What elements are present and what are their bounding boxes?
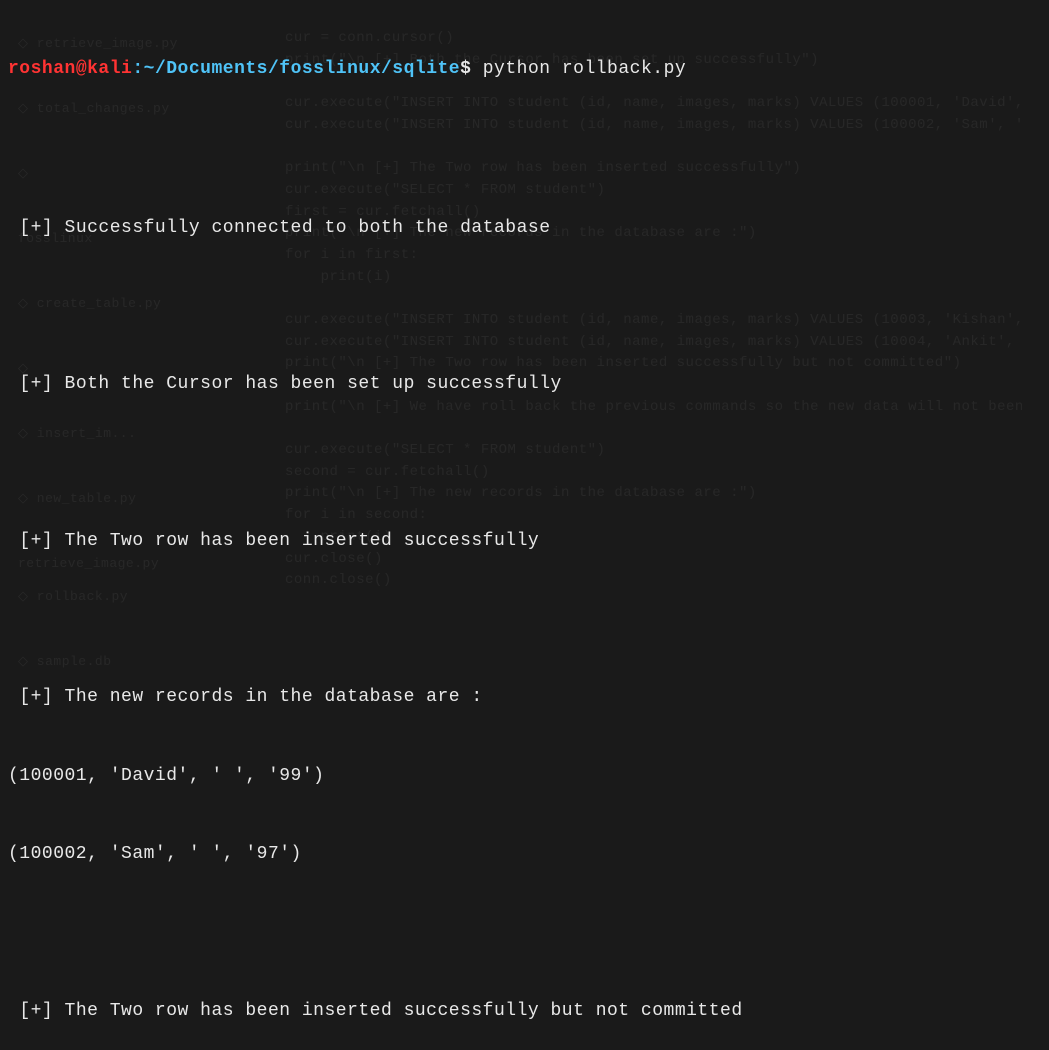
- output-line: [8, 136, 1041, 162]
- output-line: [+] The new records in the database are …: [8, 684, 1041, 710]
- prompt-user: roshan: [8, 59, 76, 79]
- output-line: [8, 919, 1041, 945]
- output-line: (100001, 'David', ' ', '99'): [8, 763, 1041, 789]
- terminal-output[interactable]: roshan@kali:~/Documents/fosslinux/sqlite…: [8, 4, 1041, 1050]
- prompt-dollar: $: [460, 59, 471, 79]
- prompt-colon: :: [132, 59, 143, 79]
- output-line: [+] Both the Cursor has been set up succ…: [8, 371, 1041, 397]
- prompt-at: @: [76, 59, 87, 79]
- output-line: [+] The Two row has been inserted succes…: [8, 528, 1041, 554]
- output-line: [8, 606, 1041, 632]
- prompt-path: ~/Documents/fosslinux/sqlite: [144, 59, 460, 79]
- prompt-host: kali: [87, 59, 132, 79]
- output-line: [8, 293, 1041, 319]
- output-line: [8, 450, 1041, 476]
- output-line: [+] The Two row has been inserted succes…: [8, 998, 1041, 1024]
- prompt-line: roshan@kali:~/Documents/fosslinux/sqlite…: [8, 56, 1041, 82]
- output-line: (100002, 'Sam', ' ', '97'): [8, 841, 1041, 867]
- output-line: [+] Successfully connected to both the d…: [8, 215, 1041, 241]
- command-text: python rollback.py: [483, 59, 686, 79]
